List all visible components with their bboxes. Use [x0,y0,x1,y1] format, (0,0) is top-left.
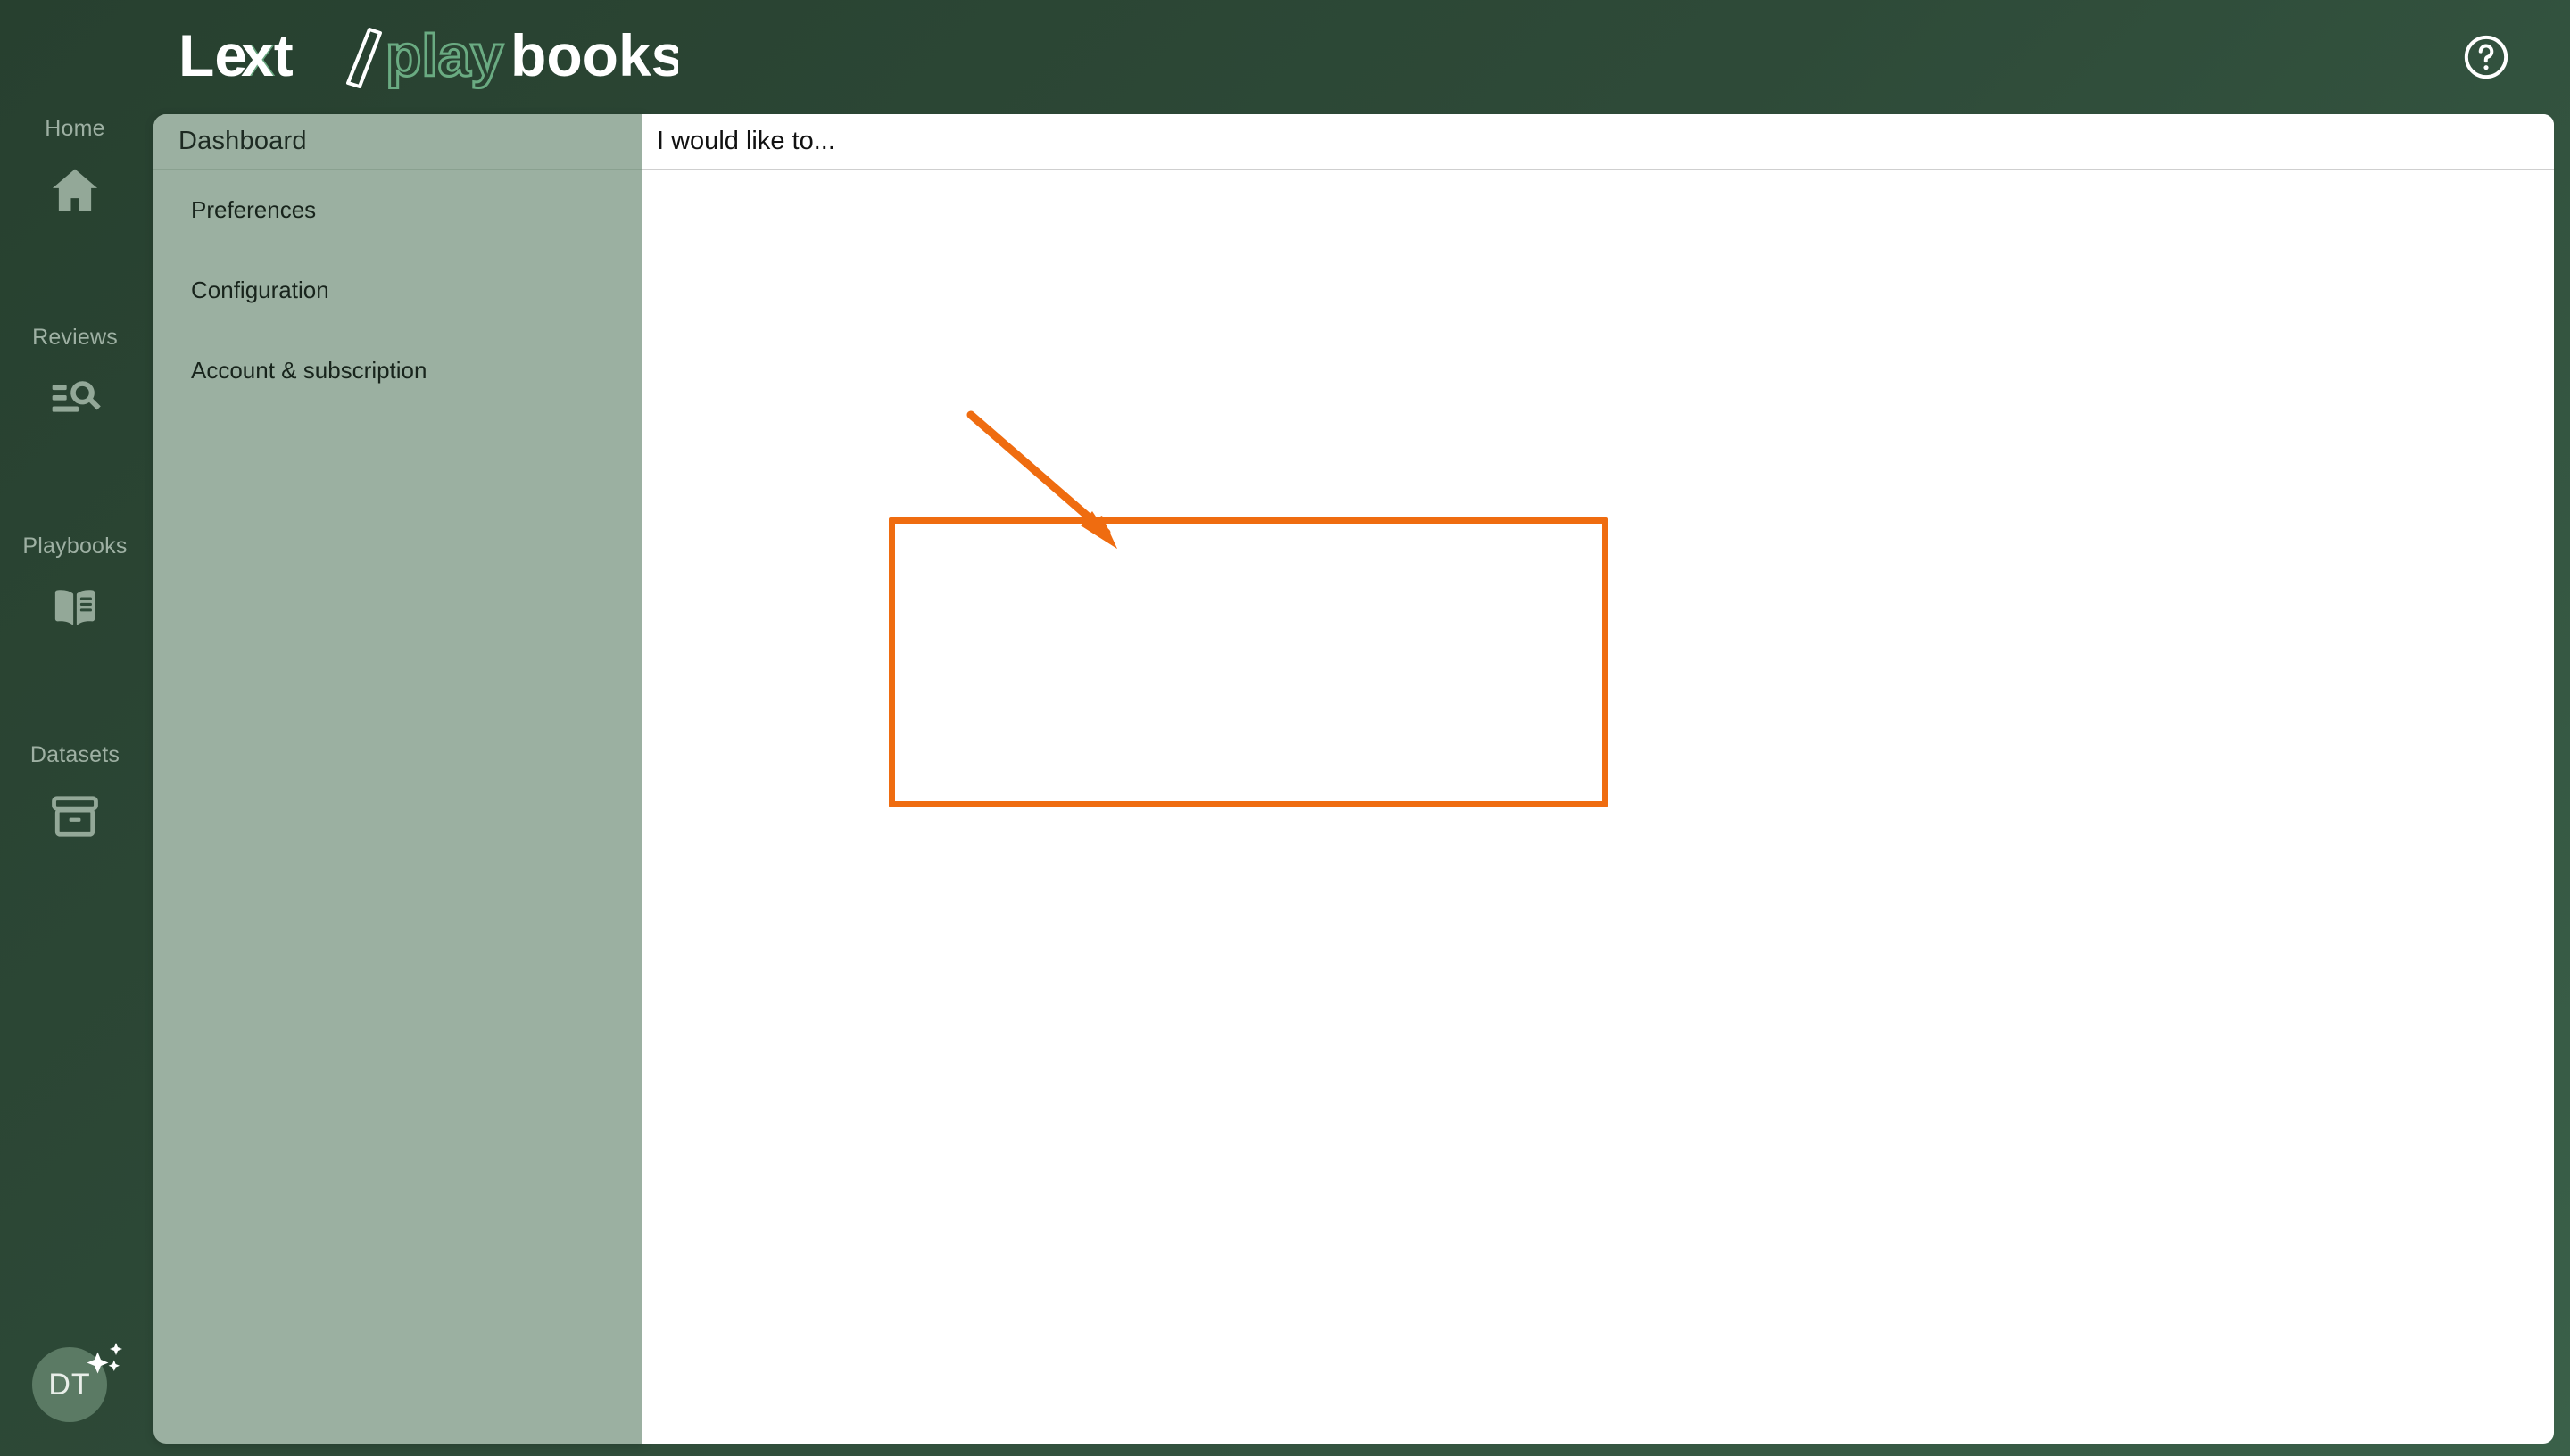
user-avatar[interactable]: DT [32,1343,122,1436]
app-logo: Le x xt play books [178,16,678,98]
main-header: I would like to... [642,114,2554,170]
nav-item-reviews[interactable]: Reviews [0,325,150,427]
help-icon[interactable] [2461,32,2511,82]
svg-text:books: books [510,22,678,88]
nav-label-home: Home [45,116,105,141]
nav-label-reviews: Reviews [32,325,118,350]
main-header-title: I would like to... [657,127,835,155]
sparkles-icon [87,1343,122,1374]
svg-text:play: play [386,22,503,88]
dashboard-item-preferences[interactable]: Preferences [153,170,644,250]
nav-item-datasets[interactable]: Datasets [0,742,150,845]
top-bar: Le x xt play books [0,0,2570,114]
nav-item-playbooks[interactable]: Playbooks [0,534,150,636]
open-book-icon [46,579,104,636]
dashboard-header: Dashboard [153,114,644,170]
nav-rail: Home Reviews Playbooks Datasets DT [0,0,150,1456]
svg-text:Le: Le [178,22,247,88]
dashboard-item-label: Configuration [191,276,329,303]
svg-text:xt: xt [241,22,294,88]
dashboard-item-label: Account & subscription [191,356,427,384]
dashboard-item-label: Preferences [191,195,317,223]
nav-label-datasets: Datasets [29,742,120,767]
home-icon [46,161,104,219]
nav-label-playbooks: Playbooks [22,534,128,558]
dashboard-panel: Dashboard Preferences Configuration Acco… [153,114,644,1444]
dashboard-title: Dashboard [178,127,307,155]
nav-item-home[interactable]: Home [0,116,150,219]
dashboard-item-account-subscription[interactable]: Account & subscription [153,330,644,410]
list-search-icon [46,370,104,427]
dashboard-item-configuration[interactable]: Configuration [153,250,644,330]
archive-box-icon [46,788,104,845]
main-content-panel: I would like to... [642,114,2554,1444]
app-window: Le x xt play books Home Reviews Playbook… [0,0,2570,1456]
